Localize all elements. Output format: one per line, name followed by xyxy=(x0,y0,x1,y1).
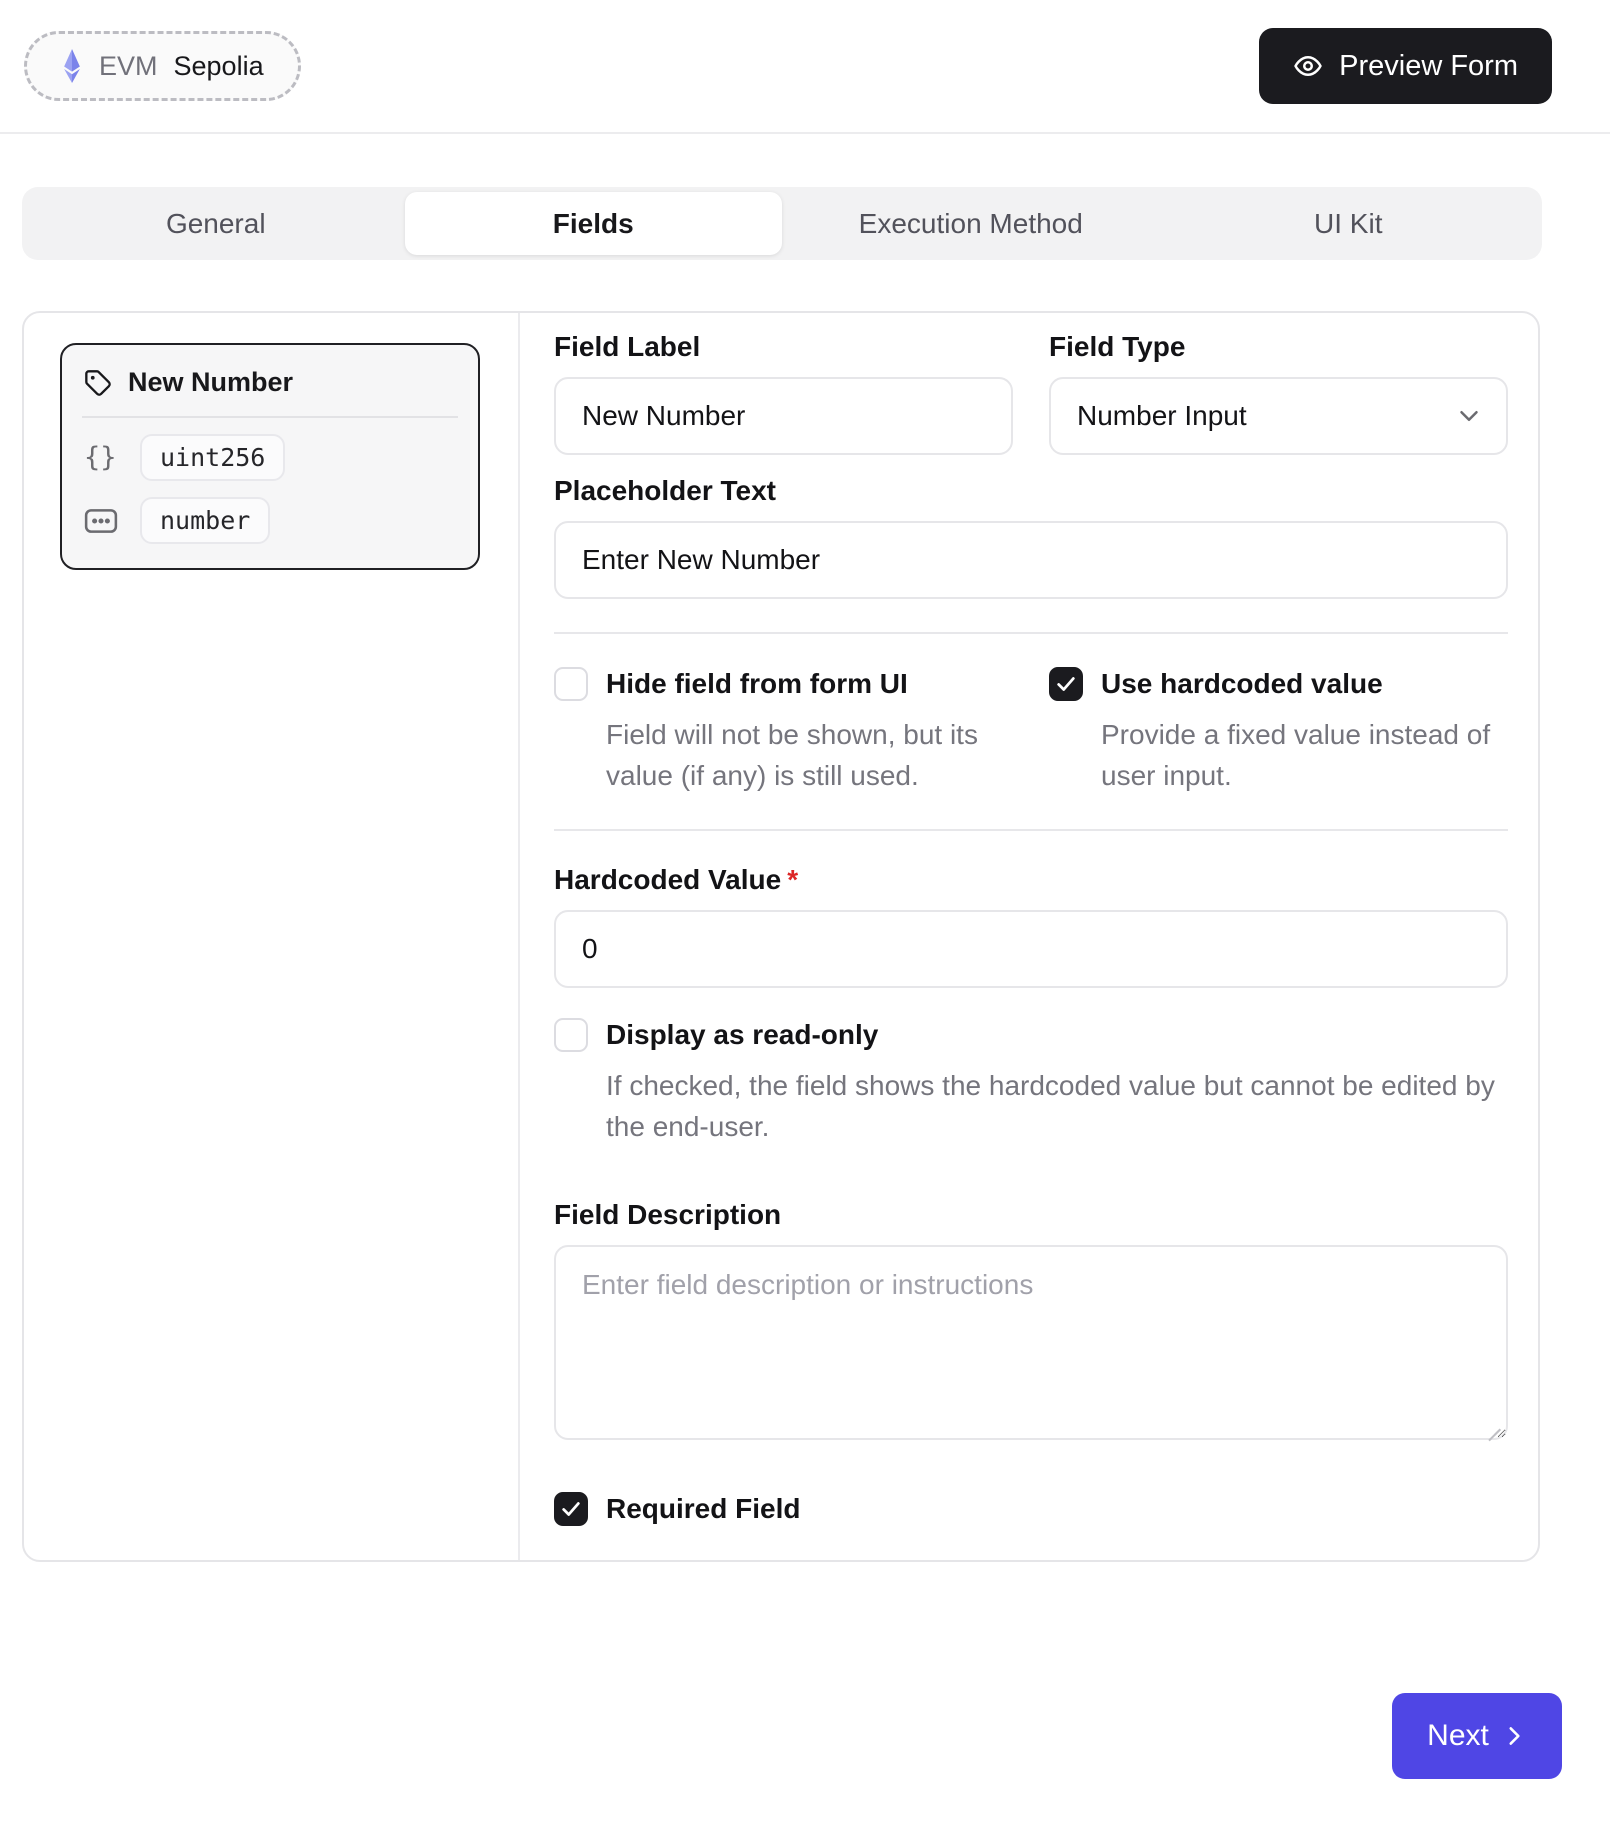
required-field-checkbox-row[interactable]: Required Field xyxy=(554,1492,1508,1526)
fields-panel: New Number {} uint256 number xyxy=(22,311,1540,1562)
tab-general[interactable]: General xyxy=(27,192,405,255)
field-card-new-number[interactable]: New Number {} uint256 number xyxy=(60,343,480,570)
use-hardcoded-checkbox-row[interactable]: Use hardcoded value xyxy=(1049,667,1508,701)
use-hardcoded-checkbox[interactable] xyxy=(1049,667,1083,701)
placeholder-text-label: Placeholder Text xyxy=(554,475,1508,507)
hide-field-description: Field will not be shown, but its value (… xyxy=(606,715,1013,796)
section-divider xyxy=(554,829,1508,831)
display-readonly-checkbox-row[interactable]: Display as read-only xyxy=(554,1018,1508,1052)
placeholder-text-input[interactable] xyxy=(554,521,1508,599)
eye-icon xyxy=(1293,51,1323,81)
hide-field-checkbox[interactable] xyxy=(554,667,588,701)
chain-label: EVM xyxy=(99,51,158,82)
braces-icon: {} xyxy=(84,442,122,473)
hide-field-label: Hide field from form UI xyxy=(606,668,908,700)
check-icon xyxy=(560,1498,582,1520)
field-label-input[interactable] xyxy=(554,377,1013,455)
display-readonly-group: Display as read-only If checked, the fie… xyxy=(554,1018,1508,1147)
tab-execution-method[interactable]: Execution Method xyxy=(782,192,1160,255)
field-description-group: Field Description xyxy=(554,1199,1508,1440)
field-card-ui-type-row: number xyxy=(62,481,478,568)
network-badge[interactable]: EVM Sepolia xyxy=(24,31,301,101)
field-card-solidity-type-row: {} uint256 xyxy=(62,418,478,481)
chevron-down-icon xyxy=(1454,401,1484,431)
tab-fields[interactable]: Fields xyxy=(405,192,783,255)
page-header: EVM Sepolia Preview Form xyxy=(0,0,1610,134)
chevron-right-icon xyxy=(1501,1723,1527,1749)
footer: Next xyxy=(22,1693,1562,1779)
tab-ui-kit[interactable]: UI Kit xyxy=(1160,192,1538,255)
solidity-type-pill: uint256 xyxy=(140,434,285,481)
placeholder-text-group: Placeholder Text xyxy=(554,475,1508,599)
required-field-group: Required Field xyxy=(554,1492,1508,1526)
tag-icon xyxy=(84,369,112,397)
field-label-group: Field Label xyxy=(554,331,1013,455)
display-readonly-label: Display as read-only xyxy=(606,1019,878,1051)
field-type-label: Field Type xyxy=(1049,331,1508,363)
field-label-label: Field Label xyxy=(554,331,1013,363)
field-description-label: Field Description xyxy=(554,1199,1508,1231)
field-type-select[interactable]: Number Input xyxy=(1049,377,1508,455)
hardcoded-value-group: Hardcoded Value* xyxy=(554,864,1508,988)
preview-form-button[interactable]: Preview Form xyxy=(1259,28,1552,104)
ui-type-pill: number xyxy=(140,497,270,544)
field-card-title: New Number xyxy=(128,367,293,398)
use-hardcoded-group: Use hardcoded value Provide a fixed valu… xyxy=(1049,667,1508,796)
field-card-header: New Number xyxy=(62,345,478,416)
required-field-checkbox[interactable] xyxy=(554,1492,588,1526)
field-list-column: New Number {} uint256 number xyxy=(24,313,520,1560)
field-description-textarea[interactable] xyxy=(554,1245,1508,1440)
display-readonly-checkbox[interactable] xyxy=(554,1018,588,1052)
next-button-label: Next xyxy=(1427,1719,1489,1753)
field-type-value: Number Input xyxy=(1077,400,1247,432)
input-ellipsis-icon xyxy=(84,508,122,534)
hardcoded-value-input[interactable] xyxy=(554,910,1508,988)
tab-bar: General Fields Execution Method UI Kit xyxy=(22,187,1542,260)
required-field-label: Required Field xyxy=(606,1493,800,1525)
use-hardcoded-label: Use hardcoded value xyxy=(1101,668,1383,700)
preview-form-label: Preview Form xyxy=(1339,50,1518,83)
hide-field-group: Hide field from form UI Field will not b… xyxy=(554,667,1013,796)
ethereum-icon xyxy=(61,49,83,83)
use-hardcoded-description: Provide a fixed value instead of user in… xyxy=(1101,715,1508,796)
required-asterisk: * xyxy=(787,864,798,895)
section-divider xyxy=(554,632,1508,634)
network-name: Sepolia xyxy=(174,51,264,82)
field-editor-column: Field Label Field Type Number Input Plac… xyxy=(520,313,1538,1560)
display-readonly-description: If checked, the field shows the hardcode… xyxy=(606,1066,1508,1147)
next-button[interactable]: Next xyxy=(1392,1693,1562,1779)
hide-field-checkbox-row[interactable]: Hide field from form UI xyxy=(554,667,1013,701)
field-type-group: Field Type Number Input xyxy=(1049,331,1508,455)
hardcoded-value-label: Hardcoded Value* xyxy=(554,864,1508,896)
check-icon xyxy=(1055,673,1077,695)
